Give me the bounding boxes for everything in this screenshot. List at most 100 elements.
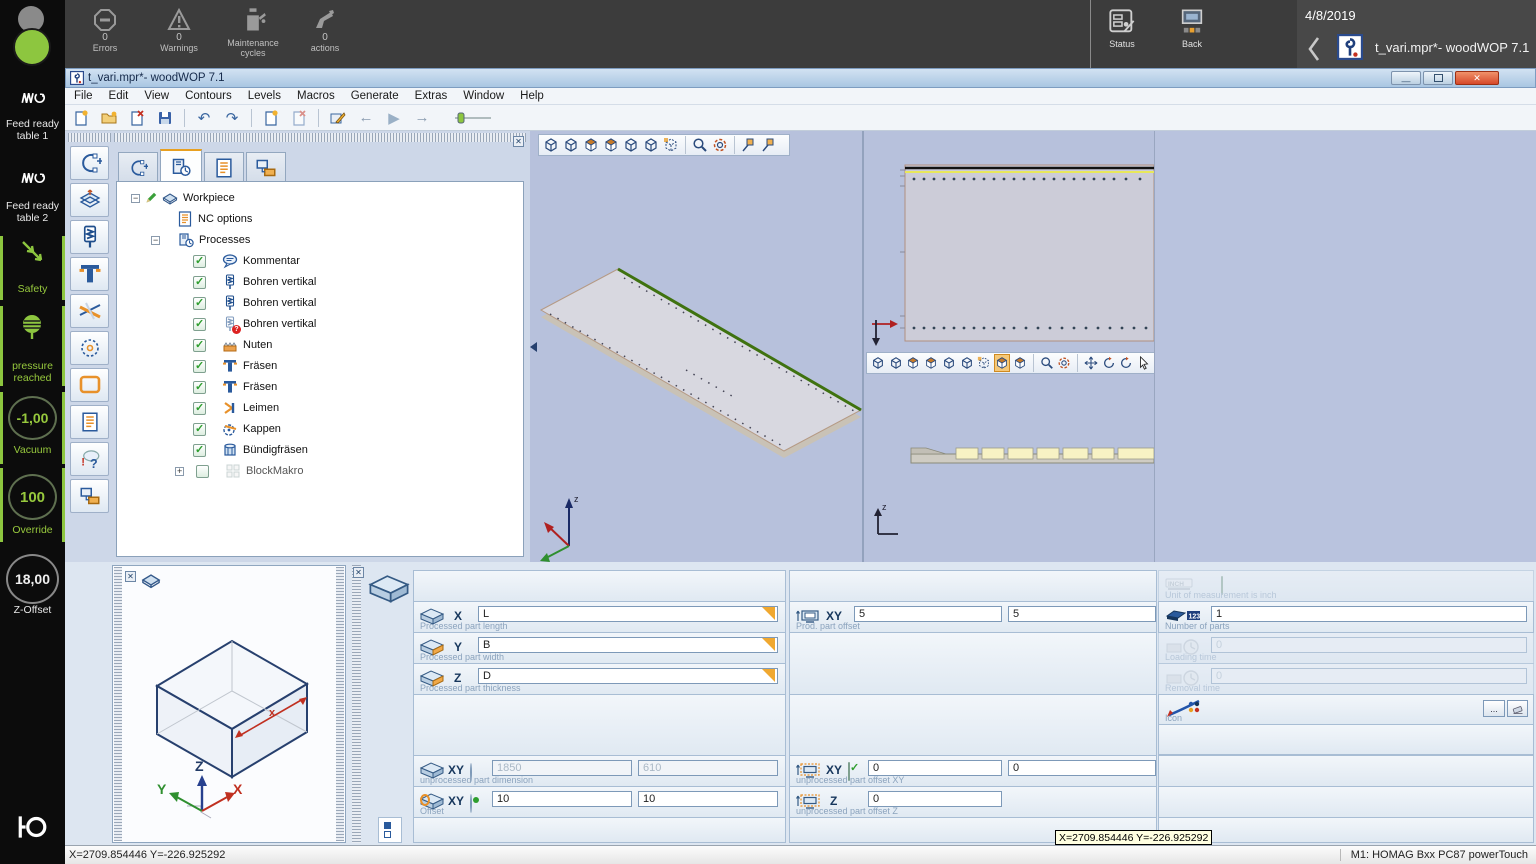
generate-nc-button[interactable] [326,107,350,129]
undo-button[interactable]: ↶ [192,107,216,129]
process-checkbox[interactable] [193,444,206,457]
process-row[interactable]: Bohren vertikal [193,293,316,313]
safety-icon[interactable] [17,238,47,268]
workpiece-wireframe[interactable]: x Z Y X [127,596,333,840]
removal-time-input[interactable] [1211,668,1527,684]
view-cube-button[interactable] [1012,354,1028,372]
process-row[interactable]: Bohren vertikal [193,272,316,292]
tools-drag-strip[interactable] [68,133,111,142]
zoom-region-button[interactable] [711,136,729,154]
menu-help[interactable]: Help [520,90,544,102]
expander-icon[interactable] [175,467,184,476]
process-row[interactable]: Leimen [193,398,279,418]
rotate-button[interactable] [1101,354,1117,372]
nc-options-label[interactable]: NC options [198,213,252,225]
process-checkbox[interactable] [193,255,206,268]
offset-radio[interactable] [470,794,472,813]
unprocessed-offset-z-input[interactable] [868,791,1002,807]
tab-processes[interactable] [160,149,202,182]
tool-pocket-button[interactable] [70,368,109,402]
tool-contour-button[interactable] [70,146,109,180]
process-label[interactable]: Fräsen [243,381,277,393]
status-button[interactable]: Status [1095,8,1149,49]
preview-close-button[interactable]: ✕ [125,571,136,582]
pin-button[interactable] [760,136,778,154]
view-cube-button[interactable] [923,354,939,372]
process-checkbox[interactable] [193,339,206,352]
view-cube-button[interactable] [642,136,660,154]
icon-clear-button[interactable] [1507,700,1528,717]
zoom-slider[interactable] [438,110,508,126]
prod-offset-x-input[interactable] [854,606,1002,622]
view-cube-button[interactable] [622,136,640,154]
process-row[interactable]: Kommentar [193,251,300,271]
view-cube-button[interactable] [542,136,560,154]
iso-view[interactable]: z [536,158,864,562]
offset-y-input[interactable] [638,791,778,807]
menu-view[interactable]: View [144,90,169,102]
splitter-arrow-icon[interactable] [530,342,537,352]
tool-sawing-button[interactable] [70,294,109,328]
offset-x-input[interactable] [492,791,632,807]
pressure-icon[interactable] [17,312,47,342]
tab-machine[interactable] [246,152,286,182]
tool-saw-blade-button[interactable] [70,331,109,365]
menu-extras[interactable]: Extras [415,90,448,102]
menu-macros[interactable]: Macros [297,90,335,102]
side-view[interactable]: z [864,376,1154,562]
form-close-button[interactable]: ✕ [353,567,364,578]
close-button[interactable]: ✕ [1455,71,1499,85]
process-label[interactable]: Bohren vertikal [243,276,316,288]
view-cube-button[interactable] [976,354,992,372]
expander-icon[interactable] [131,194,140,203]
view-cube-button[interactable] [662,136,680,154]
new-macro-button[interactable] [259,107,283,129]
back-button[interactable]: Back [1165,8,1219,49]
tool-routing-button[interactable] [70,257,109,291]
operator-status-icon[interactable] [13,28,51,66]
tool-nc-button[interactable] [70,405,109,439]
view-cube-button[interactable] [582,136,600,154]
tree-row-workpiece[interactable]: Workpiece [131,188,235,208]
loading-time-input[interactable] [1211,637,1527,653]
process-checkbox[interactable] [193,276,206,289]
tool-workpiece-button[interactable] [70,183,109,217]
number-of-parts-input[interactable] [1211,606,1527,622]
view-cube-button[interactable] [602,136,620,154]
process-label[interactable]: Kommentar [243,255,300,267]
view-cube-button[interactable] [562,136,580,154]
menu-window[interactable]: Window [463,90,504,102]
unprocessed-offset-y-input[interactable] [1008,760,1156,776]
close-file-button[interactable] [125,107,149,129]
form-mini-tab[interactable] [378,817,402,843]
tool-transfer-button[interactable] [70,479,109,513]
process-label[interactable]: BlockMakro [246,465,303,477]
empty-view-pane[interactable] [1155,131,1536,562]
minimize-button[interactable]: — [1391,71,1421,85]
workpiece-label[interactable]: Workpiece [183,192,235,204]
form-drag-strip[interactable] [352,565,361,843]
unprocessed-offset-x-input[interactable] [868,760,1002,776]
next-macro-button[interactable]: → [410,107,434,129]
zoom-button[interactable] [1039,354,1055,372]
process-checkbox[interactable] [193,423,206,436]
process-row[interactable]: Bündigfräsen [193,440,308,460]
process-row[interactable]: Nuten [193,335,272,355]
select-cursor-button[interactable] [1136,354,1152,372]
prod-offset-y-input[interactable] [1008,606,1156,622]
window-title-bar[interactable]: t_vari.mpr*- woodWOP 7.1 — ✕ [65,68,1536,88]
run-button[interactable]: ▶ [382,107,406,129]
process-label[interactable]: Kappen [243,423,281,435]
part-length-input[interactable] [478,606,778,622]
expander-icon[interactable] [151,236,160,245]
process-checkbox[interactable] [196,465,209,478]
override-gauge[interactable]: 100 [8,474,57,520]
processes-label[interactable]: Processes [199,234,250,246]
process-label[interactable]: Fräsen [243,360,277,372]
process-checkbox[interactable] [193,402,206,415]
zoom-button[interactable] [691,136,709,154]
open-file-button[interactable] [97,107,121,129]
nav-prev-icon[interactable] [1307,36,1321,62]
process-label[interactable]: Bohren vertikal [243,297,316,309]
tab-variables[interactable] [204,152,244,182]
